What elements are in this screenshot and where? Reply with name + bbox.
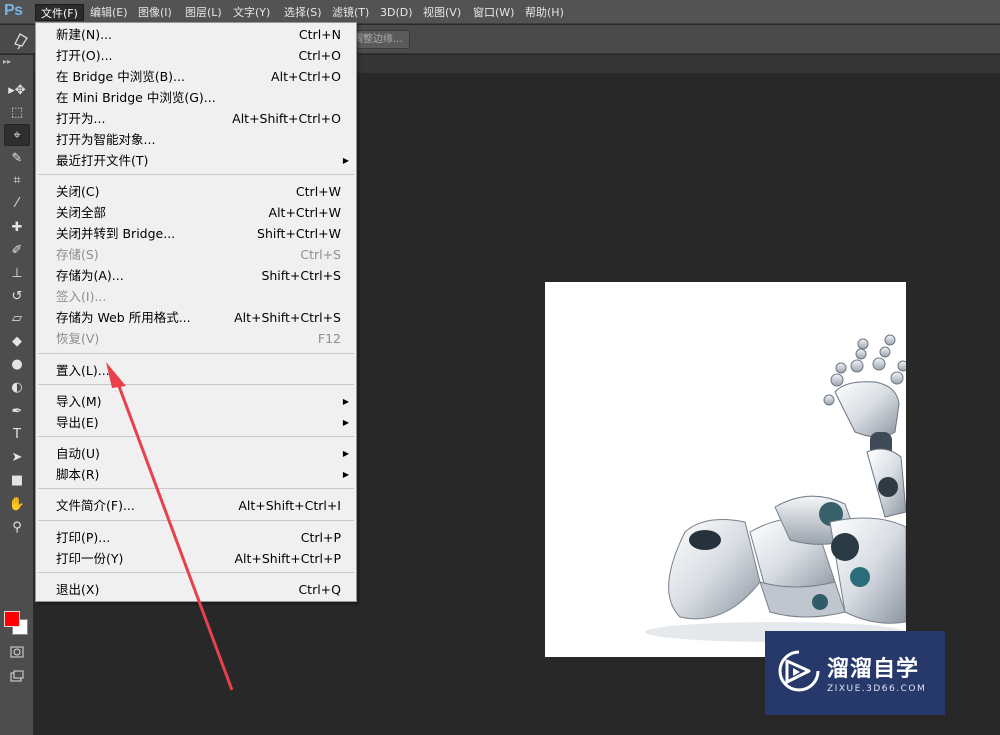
- watermark-title: 溜溜自学: [827, 657, 920, 682]
- watermark-badge: 溜溜自学 ZIXUE.3D66.COM: [765, 631, 945, 715]
- foreground-color-swatch[interactable]: [4, 611, 20, 627]
- annotation-arrow: [106, 362, 234, 691]
- watermark-url: ZIXUE.3D66.COM: [827, 684, 927, 694]
- play-logo-icon: [778, 650, 820, 692]
